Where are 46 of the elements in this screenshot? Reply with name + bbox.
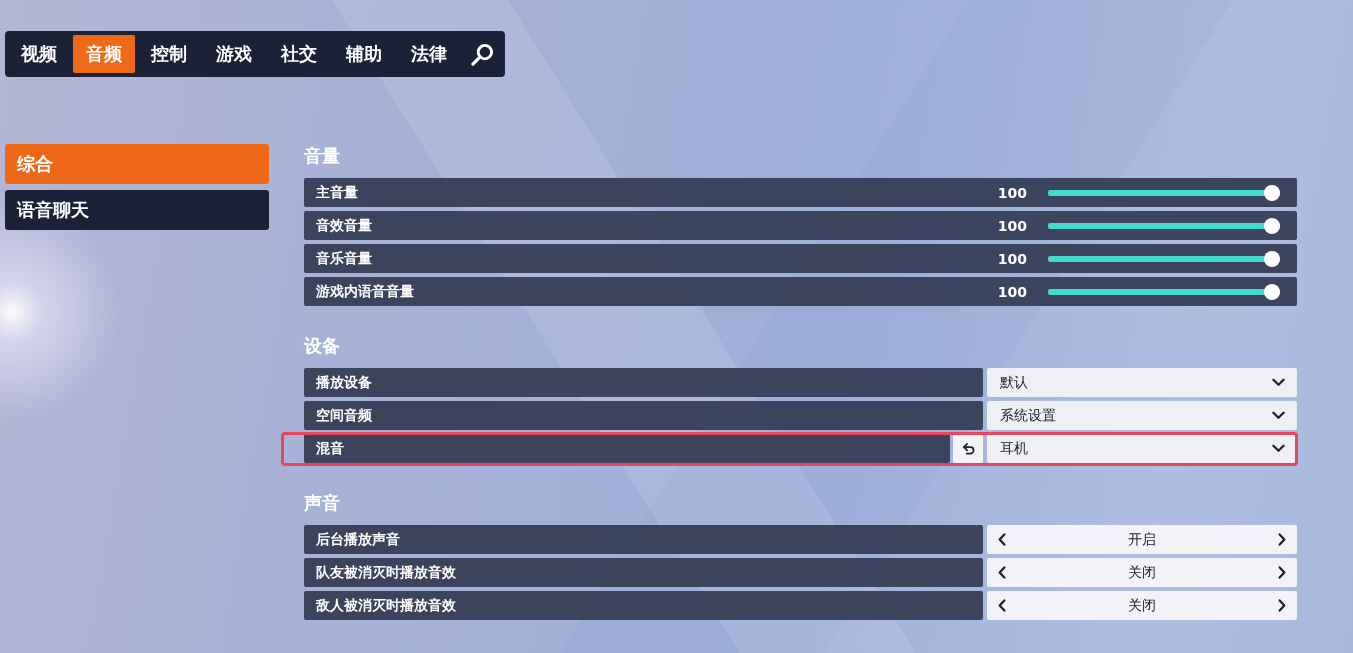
- chevron-down-icon: [1272, 444, 1285, 453]
- slider-thumb[interactable]: [1264, 250, 1280, 267]
- section-title: 设备: [304, 334, 341, 358]
- search-icon[interactable]: [471, 42, 494, 66]
- chevron-right-icon[interactable]: [1278, 533, 1286, 546]
- value-reading: 100: [996, 283, 1027, 300]
- setting-label: 游戏内语音音量: [316, 282, 415, 301]
- tab[interactable]: 游戏: [203, 35, 265, 73]
- tab[interactable]: 社交: [268, 35, 330, 73]
- slider-thumb[interactable]: [1264, 217, 1280, 234]
- tab[interactable]: 控制: [138, 35, 200, 73]
- section-title: 声音: [304, 491, 341, 515]
- chevron-left-icon[interactable]: [998, 599, 1006, 612]
- slider-thumb[interactable]: [1264, 184, 1280, 201]
- chevron-right-icon[interactable]: [1278, 566, 1286, 579]
- setting-label: 敌人被消灭时播放音效: [316, 596, 456, 615]
- chevron-down-icon: [1272, 411, 1285, 420]
- selector-value: 关闭: [1128, 596, 1156, 615]
- setting-label: 音效音量: [316, 216, 373, 235]
- chevron-down-icon: [1272, 378, 1285, 387]
- dropdown-field[interactable]: 系统设置: [987, 401, 1297, 430]
- chevron-right-icon[interactable]: [1278, 599, 1286, 612]
- setting-label: 空间音频: [316, 406, 372, 425]
- setting-label: 音乐音量: [316, 249, 373, 268]
- setting-label: 队友被消灭时播放音效: [316, 563, 456, 582]
- setting-label: 后台播放声音: [316, 530, 400, 549]
- dropdown-field[interactable]: 耳机: [987, 434, 1297, 463]
- tab[interactable]: 法律: [398, 35, 460, 73]
- setting-label: 主音量: [316, 183, 359, 202]
- tab[interactable]: 辅助: [333, 35, 395, 73]
- value-reading: 100: [996, 184, 1027, 201]
- chevron-left-icon[interactable]: [998, 533, 1006, 546]
- sidebar-item[interactable]: 语音聊天: [5, 190, 269, 230]
- section-title: 音量: [304, 144, 341, 168]
- setting-label: 播放设备: [316, 373, 372, 392]
- reset-button[interactable]: [953, 434, 983, 463]
- selector-value: 开启: [1128, 530, 1156, 549]
- value-reading: 100: [996, 217, 1027, 234]
- selector-value: 关闭: [1128, 563, 1156, 582]
- setting-label: 混音: [316, 439, 344, 458]
- chevron-left-icon[interactable]: [998, 566, 1006, 579]
- value-reading: 100: [996, 250, 1027, 267]
- dropdown-field[interactable]: 默认: [987, 368, 1297, 397]
- slider-thumb[interactable]: [1264, 283, 1280, 300]
- undo-icon: [961, 442, 975, 455]
- tab[interactable]: 视频: [8, 35, 70, 73]
